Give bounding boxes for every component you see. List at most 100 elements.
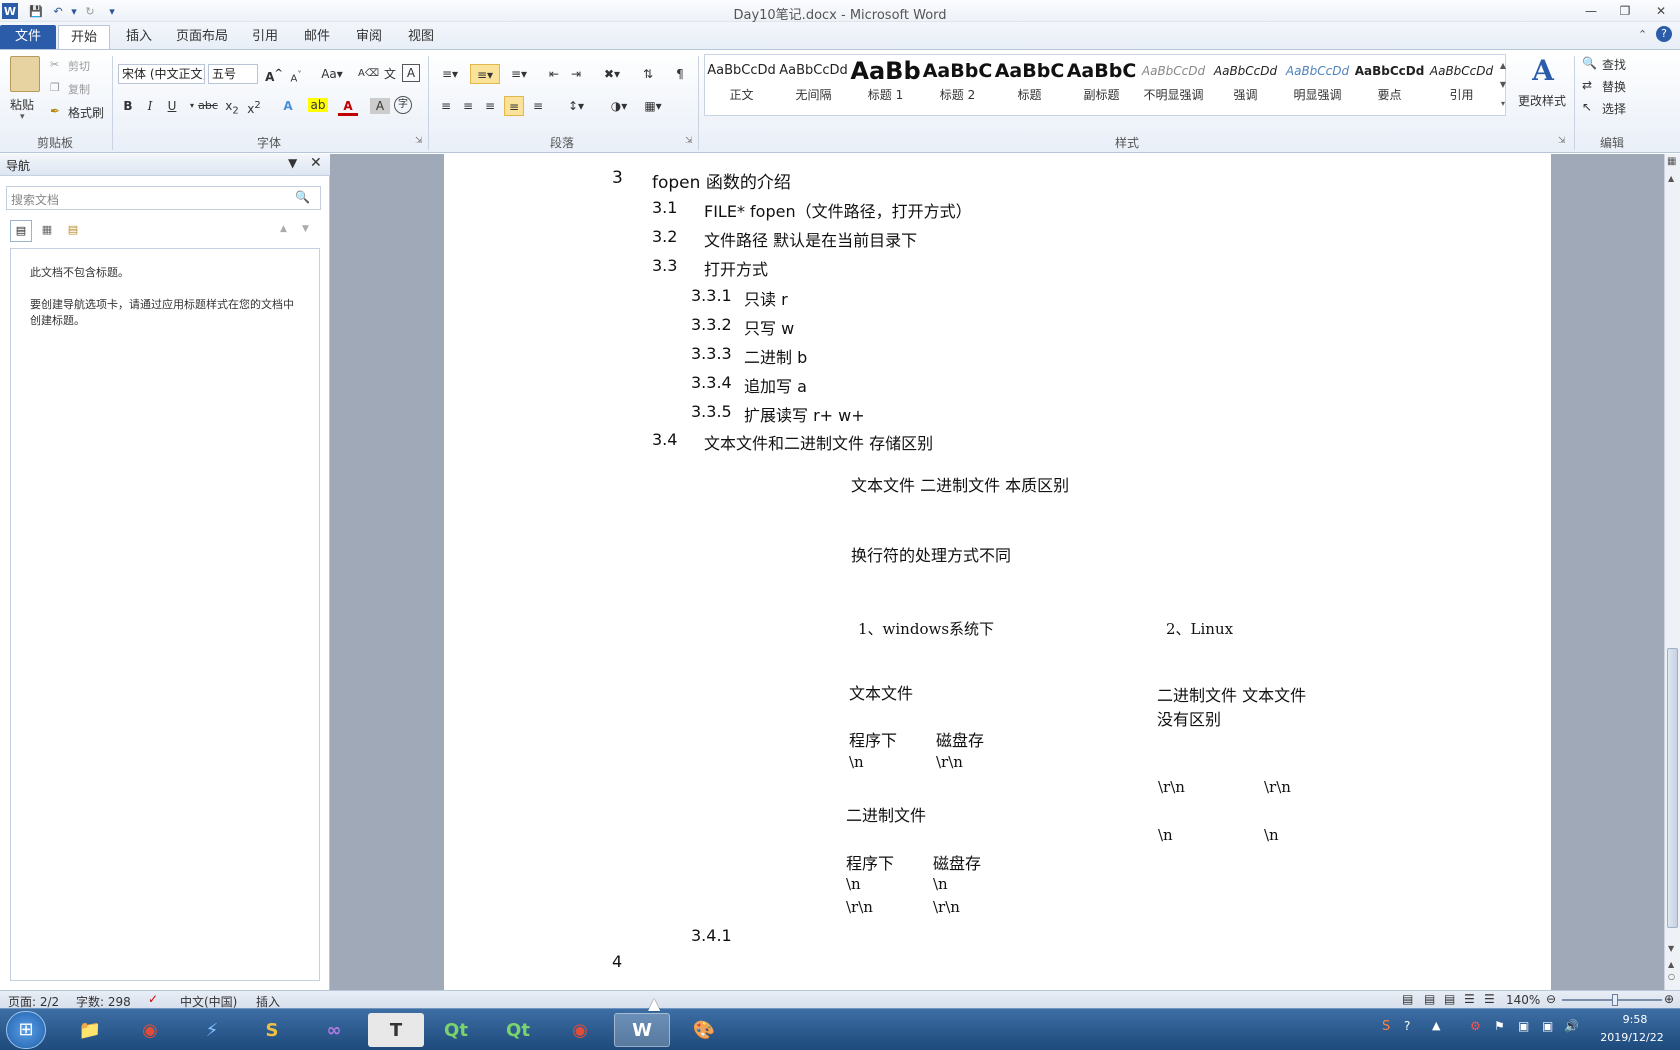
search-icon[interactable]: 🔍 <box>295 190 310 204</box>
paste-dropdown-icon[interactable]: ▾ <box>20 112 25 122</box>
tab-insert[interactable]: 插入 <box>114 25 164 49</box>
style-emphasis[interactable]: AaBbCcDd 强调 <box>1210 56 1281 110</box>
full-screen-reading-icon[interactable]: ▤ <box>1424 992 1435 1006</box>
format-painter-button[interactable]: 格式刷 <box>68 104 104 121</box>
start-button[interactable]: ⊞ <box>6 1011 46 1049</box>
decrease-indent-icon[interactable]: ⇤ <box>544 64 564 84</box>
help-tray-icon[interactable]: ? <box>1404 1019 1410 1033</box>
copy-button[interactable]: 复制 <box>68 81 90 97</box>
change-styles-button[interactable]: 更改样式 <box>1518 92 1566 109</box>
scroll-up-icon[interactable]: ▲ <box>1668 174 1674 183</box>
browse-headings-icon[interactable]: ▤ <box>10 220 32 242</box>
shrink-font-icon[interactable]: A˅ <box>286 64 306 84</box>
format-painter-icon[interactable]: ✒ <box>50 104 60 118</box>
next-result-icon[interactable]: ▼ <box>302 224 309 234</box>
show-hidden-icons[interactable]: ▲ <box>1432 1019 1440 1032</box>
align-right-icon[interactable]: ≡ <box>480 96 500 116</box>
borders-icon[interactable]: ▦▾ <box>638 96 668 116</box>
select-button[interactable]: 选择 <box>1602 100 1626 117</box>
tab-review[interactable]: 审阅 <box>344 25 394 49</box>
scroll-thumb[interactable] <box>1667 648 1678 928</box>
text-effects-icon[interactable]: A <box>278 96 298 116</box>
change-styles-icon[interactable]: A <box>1526 54 1560 87</box>
tab-references[interactable]: 引用 <box>240 25 290 49</box>
paragraph-dialog-launcher-icon[interactable]: ⇲ <box>685 136 693 146</box>
volume-tray-icon[interactable]: 🔊 <box>1564 1019 1579 1033</box>
clock-time[interactable]: 9:58 <box>1610 1013 1660 1026</box>
paste-button[interactable]: 粘贴 <box>10 96 34 113</box>
browse-object-icon[interactable]: ○ <box>1668 972 1675 981</box>
font-color-icon[interactable]: A <box>338 96 358 116</box>
qt-creator-icon[interactable]: Qt <box>428 1013 484 1047</box>
subscript-icon[interactable]: x2 <box>222 96 242 116</box>
word-taskbar-icon[interactable]: W <box>614 1013 670 1047</box>
underline-icon[interactable]: U <box>162 96 182 116</box>
paste-icon[interactable] <box>10 56 40 92</box>
cut-button[interactable]: 剪切 <box>68 58 90 74</box>
thunder-icon[interactable]: ⚡ <box>184 1013 240 1047</box>
nav-search-box[interactable]: 搜索文档 🔍 <box>6 186 321 210</box>
align-left-icon[interactable]: ≡ <box>436 96 456 116</box>
clear-format-icon[interactable]: A⌫ <box>358 64 379 84</box>
chrome-icon[interactable]: ◉ <box>122 1013 178 1047</box>
style-no-spacing[interactable]: AaBbCcDd 无间隔 <box>778 56 849 110</box>
zoom-in-icon[interactable]: ⊕ <box>1664 992 1674 1006</box>
outline-icon[interactable]: ☰ <box>1464 992 1475 1006</box>
cut-icon[interactable]: ✂ <box>50 58 59 71</box>
clock-date[interactable]: 2019/12/22 <box>1592 1031 1672 1044</box>
nav-close-icon[interactable]: ✕ <box>310 155 322 171</box>
chinese-layout-icon[interactable]: ✖▾ <box>598 64 626 84</box>
tab-home[interactable]: 开始 <box>58 25 110 49</box>
replace-icon[interactable]: ⇄ <box>1582 78 1592 92</box>
justify-icon[interactable]: ≡ <box>504 96 524 116</box>
style-intense-emphasis[interactable]: AaBbCcDd 明显强调 <box>1282 56 1353 110</box>
nav-options-icon[interactable]: ▼ <box>288 156 297 170</box>
multilevel-list-icon[interactable]: ≡▾ <box>506 64 532 84</box>
find-icon[interactable]: 🔍 <box>1582 56 1597 70</box>
zoom-out-icon[interactable]: ⊖ <box>1546 992 1556 1006</box>
restore-button[interactable]: ❐ <box>1612 2 1638 20</box>
style-subtitle[interactable]: AaBbC 副标题 <box>1066 56 1137 110</box>
line-spacing-icon[interactable]: ↕▾ <box>562 96 590 116</box>
enclose-characters-icon[interactable]: 字 <box>394 96 412 114</box>
close-button[interactable]: ✕ <box>1648 2 1674 20</box>
browse-results-icon[interactable]: ▤ <box>62 220 84 242</box>
strikethrough-icon[interactable]: abc <box>198 96 218 116</box>
style-heading-1[interactable]: AaBb 标题 1 <box>850 56 921 110</box>
tab-file[interactable]: 文件 <box>0 25 56 49</box>
bold-icon[interactable]: B <box>118 96 138 116</box>
font-name-combo[interactable]: 宋体 (中文正文) <box>118 64 205 84</box>
phonetic-guide-icon[interactable]: 文 <box>380 64 400 84</box>
style-strong[interactable]: AaBbCcDd 要点 <box>1354 56 1425 110</box>
style-subtle-emphasis[interactable]: AaBbCcDd 不明显强调 <box>1138 56 1209 110</box>
show-marks-icon[interactable]: ¶ <box>670 64 690 84</box>
styles-scroll-icon[interactable]: ▲ ▼ ▾ <box>1498 56 1508 114</box>
prev-page-icon[interactable]: ▲ <box>1668 960 1674 969</box>
sort-icon[interactable]: ⇅ <box>638 64 658 84</box>
character-border-icon[interactable]: A <box>402 64 420 82</box>
increase-indent-icon[interactable]: ⇥ <box>566 64 586 84</box>
vertical-scrollbar[interactable]: ▦ ▲ ▼ ▲ ○ <box>1664 154 1680 990</box>
prev-result-icon[interactable]: ▲ <box>280 224 287 234</box>
help-icon[interactable]: ? <box>1656 26 1672 42</box>
scroll-down-icon[interactable]: ▼ <box>1668 944 1674 953</box>
find-button[interactable]: 查找 <box>1602 56 1626 73</box>
character-shading-icon[interactable]: A <box>370 98 390 114</box>
tab-page-layout[interactable]: 页面布局 <box>164 25 240 49</box>
bullets-icon[interactable]: ≡▾ <box>436 64 464 84</box>
shading-icon[interactable]: ◑▾ <box>604 96 634 116</box>
draft-icon[interactable]: ☰ <box>1484 992 1495 1006</box>
highlight-icon[interactable]: ab <box>308 98 328 112</box>
style-quote[interactable]: AaBbCcDd 引用 <box>1426 56 1497 110</box>
minimize-button[interactable]: — <box>1578 2 1604 20</box>
proofing-icon[interactable]: ✓ <box>148 992 158 1006</box>
tab-mailings[interactable]: 邮件 <box>292 25 342 49</box>
align-center-icon[interactable]: ≡ <box>458 96 478 116</box>
style-normal[interactable]: AaBbCcDd 正文 <box>706 56 777 110</box>
style-title[interactable]: AaBbC 标题 <box>994 56 1065 110</box>
sogou-ime-icon[interactable]: S <box>1382 1019 1390 1034</box>
minimize-ribbon-icon[interactable]: ⌃ <box>1638 28 1647 41</box>
document-page[interactable]: 3 fopen 函数的介绍 3.1 FILE* fopen（文件路径，打开方式）… <box>444 154 1551 990</box>
copy-icon[interactable]: ❐ <box>50 81 60 94</box>
grow-font-icon[interactable]: A^ <box>264 64 284 84</box>
